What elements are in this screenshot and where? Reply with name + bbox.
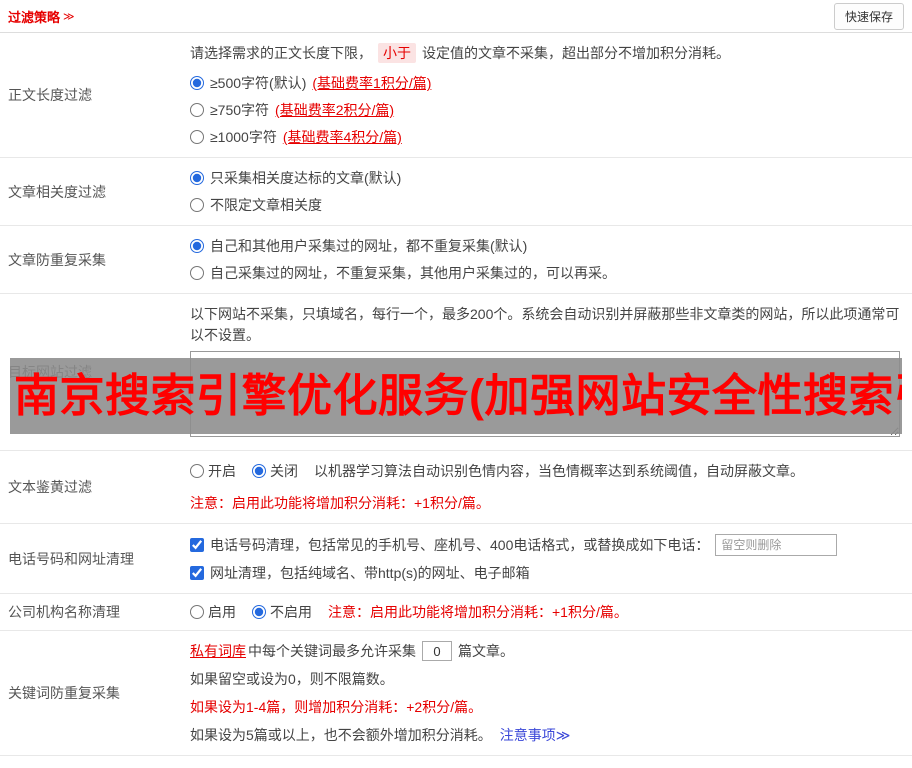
company-option-off[interactable]: 不启用	[252, 602, 312, 622]
phone-cleanup-checkbox[interactable]	[190, 538, 204, 552]
keyword-note-5plus: 如果设为5篇或以上，也不会额外增加积分消耗。 注意事项≫	[190, 725, 571, 745]
url-cleanup-checkbox[interactable]	[190, 566, 204, 580]
keyword-limit-input[interactable]	[422, 641, 452, 661]
relevance-option-strict-radio[interactable]	[190, 171, 204, 185]
porn-option-off-radio[interactable]	[252, 464, 266, 478]
porn-filter-warning: 注意：启用此功能将增加积分消耗：+1积分/篇。	[190, 495, 490, 511]
dedup-option-all[interactable]: 自己和其他用户采集过的网址，都不重复采集(默认)	[190, 236, 900, 256]
keyword-limit-line: 私有词库 中每个关键词最多允许采集 篇文章。	[190, 641, 900, 661]
length-option-750-radio[interactable]	[190, 103, 204, 117]
page-title[interactable]: 过滤策略 ≫	[8, 7, 75, 26]
notice-link[interactable]: 注意事项≫	[500, 725, 571, 745]
row-label: 关键词防重复采集	[8, 685, 120, 701]
porn-option-on-radio[interactable]	[190, 464, 204, 478]
row-company-cleanup: 公司机构名称清理 启用 不启用 注意：启用此功能将增加积分消耗：+1积分/篇。	[0, 594, 912, 631]
site-filter-desc: 以下网站不采集，只填域名，每行一个，最多200个。系统会自动识别并屏蔽那些非文章…	[190, 306, 900, 343]
row-dedup-filter: 文章防重复采集 自己和其他用户采集过的网址，都不重复采集(默认) 自己采集过的网…	[0, 226, 912, 294]
row-label: 文本鉴黄过滤	[8, 479, 92, 495]
quick-save-button[interactable]: 快速保存	[833, 2, 904, 30]
row-content: 私有词库 中每个关键词最多允许采集 篇文章。 如果留空或设为0，则不限篇数。 如…	[178, 631, 912, 755]
length-option-1000-radio[interactable]	[190, 130, 204, 144]
private-thesaurus-link[interactable]: 私有词库	[190, 641, 246, 661]
row-length-filter: 正文长度过滤 请选择需求的正文长度下限， 小于 设定值的文章不采集，超出部分不增…	[0, 33, 912, 158]
row-porn-filter: 文本鉴黄过滤 开启 关闭 以机器学习算法自动识别色情内容，当色情概率达到系统阈值…	[0, 451, 912, 524]
length-option-500-radio[interactable]	[190, 76, 204, 90]
row-content: 自己和其他用户采集过的网址，都不重复采集(默认) 自己采集过的网址，不重复采集，…	[178, 226, 912, 293]
company-option-on[interactable]: 启用	[190, 602, 236, 622]
row-label: 文章相关度过滤	[8, 183, 106, 200]
length-filter-intro: 请选择需求的正文长度下限， 小于 设定值的文章不采集，超出部分不增加积分消耗。	[190, 43, 730, 63]
porn-option-on[interactable]: 开启	[190, 461, 236, 481]
row-content: 请选择需求的正文长度下限， 小于 设定值的文章不采集，超出部分不增加积分消耗。 …	[178, 33, 912, 157]
company-option-off-radio[interactable]	[252, 605, 266, 619]
porn-filter-desc: 以机器学习算法自动识别色情内容，当色情概率达到系统阈值，自动屏蔽文章。	[314, 463, 804, 479]
replacement-phone-input[interactable]	[715, 534, 838, 556]
length-option-1000[interactable]: ≥1000字符 (基础费率4积分/篇)	[190, 127, 900, 147]
porn-option-off[interactable]: 关闭	[252, 461, 298, 481]
topbar: 过滤策略 ≫ 快速保存	[0, 0, 912, 33]
relevance-option-strict[interactable]: 只采集相关度达标的文章(默认)	[190, 168, 900, 188]
row-content: 开启 关闭 以机器学习算法自动识别色情内容，当色情概率达到系统阈值，自动屏蔽文章…	[178, 451, 912, 523]
relevance-option-any[interactable]: 不限定文章相关度	[190, 195, 900, 215]
length-option-750[interactable]: ≥750字符 (基础费率2积分/篇)	[190, 100, 900, 120]
company-cleanup-warning: 注意：启用此功能将增加积分消耗：+1积分/篇。	[328, 604, 628, 620]
row-label: 公司机构名称清理	[8, 604, 120, 620]
row-keyword-dedup: 关键词防重复采集 私有词库 中每个关键词最多允许采集 篇文章。 如果留空或设为0…	[0, 631, 912, 756]
keyword-note-1-4: 如果设为1-4篇，则增加积分消耗：+2积分/篇。	[190, 699, 483, 715]
url-cleanup-option: 网址清理，包括纯域名、带http(s)的网址、电子邮箱	[190, 563, 900, 583]
row-label: 电话号码和网址清理	[8, 550, 134, 567]
row-phone-cleanup: 电话号码和网址清理 电话号码清理，包括常见的手机号、座机号、400电话格式，或替…	[0, 524, 912, 594]
page-title-text: 过滤策略	[8, 9, 61, 25]
row-content: 启用 不启用 注意：启用此功能将增加积分消耗：+1积分/篇。	[178, 594, 912, 630]
phone-cleanup-option: 电话号码清理，包括常见的手机号、座机号、400电话格式，或替换成如下电话：	[190, 534, 900, 556]
ad-overlay-text: 南京搜索引擎优化服务(加强网站安全性搜索引	[14, 370, 902, 421]
row-label: 正文长度过滤	[8, 87, 92, 103]
keyword-note-zero: 如果留空或设为0，则不限篇数。	[190, 671, 394, 687]
dedup-option-self-radio[interactable]	[190, 266, 204, 280]
less-than-highlight: 小于	[378, 43, 416, 63]
relevance-option-any-radio[interactable]	[190, 198, 204, 212]
row-content: 电话号码清理，包括常见的手机号、座机号、400电话格式，或替换成如下电话： 网址…	[178, 524, 912, 593]
row-relevance-filter: 文章相关度过滤 只采集相关度达标的文章(默认) 不限定文章相关度	[0, 158, 912, 226]
company-cleanup-options: 启用 不启用 注意：启用此功能将增加积分消耗：+1积分/篇。	[190, 602, 900, 622]
row-content: 只采集相关度达标的文章(默认) 不限定文章相关度	[178, 158, 912, 225]
chevron-down-icon: ≫	[63, 10, 75, 23]
ad-overlay-banner: 南京搜索引擎优化服务(加强网站安全性搜索引	[10, 358, 902, 434]
length-option-500[interactable]: ≥500字符(默认) (基础费率1积分/篇)	[190, 73, 900, 93]
company-option-on-radio[interactable]	[190, 605, 204, 619]
porn-filter-options: 开启 关闭 以机器学习算法自动识别色情内容，当色情概率达到系统阈值，自动屏蔽文章…	[190, 461, 900, 481]
row-label: 文章防重复采集	[8, 251, 106, 268]
dedup-option-self[interactable]: 自己采集过的网址，不重复采集，其他用户采集过的，可以再采。	[190, 263, 900, 283]
dedup-option-all-radio[interactable]	[190, 239, 204, 253]
